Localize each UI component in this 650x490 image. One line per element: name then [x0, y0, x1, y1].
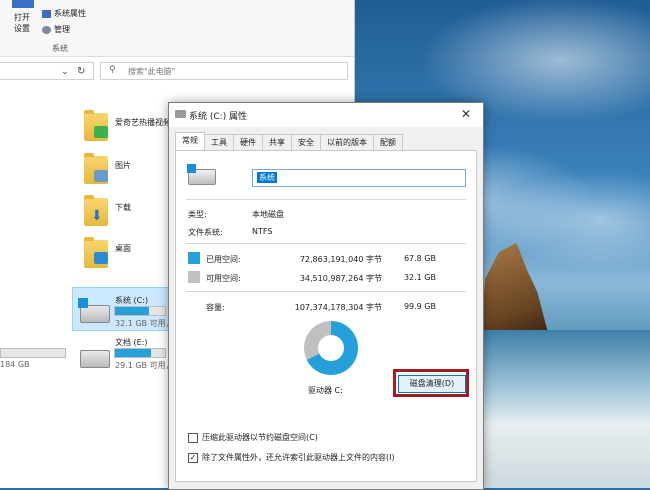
compress-checkbox[interactable] — [188, 433, 198, 443]
folder-label: 下载 — [115, 203, 131, 212]
system-properties-icon — [42, 9, 51, 18]
drive-e-name: 文档 (E:) — [115, 338, 148, 347]
index-checkbox[interactable]: ✓ — [188, 453, 198, 463]
windows-logo-icon — [78, 298, 88, 308]
manage-label: 管理 — [54, 25, 70, 34]
dialog-title: 系统 (C:) 属性 — [189, 112, 248, 122]
search-icon: ⚲ — [109, 65, 116, 75]
left-drive-usage-bar — [0, 348, 66, 358]
drive-icon — [175, 110, 186, 118]
donut-hole — [318, 335, 344, 361]
drive-c-name: 系统 (C:) — [115, 296, 149, 305]
disk-cleanup-button[interactable]: 磁盘清理(D) — [398, 375, 466, 393]
type-value: 本地磁盘 — [252, 210, 284, 219]
chevron-down-icon[interactable]: ⌄ — [61, 67, 69, 77]
tab-quota[interactable]: 配额 — [373, 134, 403, 151]
open-settings-button[interactable]: 打开 设置 — [14, 12, 34, 34]
tab-previous-versions[interactable]: 以前的版本 — [320, 134, 374, 151]
free-bytes: 34,510,987,264 字节 — [299, 274, 382, 283]
search-placeholder: 搜索"此电脑" — [128, 67, 176, 76]
ribbon: 打开 设置 系统属性 管理 系统 — [0, 0, 354, 57]
divider — [186, 291, 466, 292]
type-label: 类型: — [188, 210, 207, 219]
drive-icon — [187, 164, 216, 185]
used-label: 已用空间: — [206, 255, 241, 264]
open-label: 打开 — [14, 13, 30, 22]
used-gb: 67.8 GB — [403, 254, 436, 263]
system-properties-label: 系统属性 — [54, 9, 86, 18]
drive-name-value: 系统 — [257, 172, 277, 183]
ribbon-group-system: 系统 — [52, 44, 68, 53]
drive-icon — [80, 350, 110, 368]
dialog-tabs: 常规 工具 硬件 共享 安全 以前的版本 配额 — [175, 132, 403, 151]
windows-logo-icon — [187, 164, 196, 173]
divider — [186, 243, 466, 244]
drive-e-usage-bar — [114, 348, 166, 358]
tab-hardware[interactable]: 硬件 — [233, 134, 263, 151]
capacity-gb: 99.9 GB — [403, 302, 436, 311]
free-label: 可用空间: — [206, 274, 241, 283]
wallpaper-beach — [470, 330, 650, 488]
fs-label: 文件系统: — [188, 228, 223, 237]
divider — [186, 199, 466, 200]
compress-label: 压缩此驱动器以节约磁盘空间(C) — [202, 433, 318, 442]
open-settings-icon[interactable] — [12, 0, 34, 8]
general-panel: 系统 类型: 本地磁盘 文件系统: NTFS 已用空间: 72,863,191,… — [175, 150, 477, 482]
drive-name-input[interactable]: 系统 — [252, 169, 466, 187]
manage-icon — [42, 25, 51, 34]
used-bytes: 72,863,191,040 字节 — [299, 255, 382, 264]
tab-tools[interactable]: 工具 — [204, 134, 234, 151]
manage-button[interactable]: 管理 — [42, 24, 70, 35]
settings-label: 设置 — [14, 24, 30, 33]
download-arrow-icon: ⬇ — [91, 208, 103, 224]
disk-usage-donut — [304, 321, 358, 375]
address-bar[interactable]: ⌄ ↻ — [0, 62, 94, 80]
pictures-icon — [94, 170, 108, 182]
folder-label: 桌面 — [115, 244, 131, 253]
free-gb: 32.1 GB — [403, 273, 436, 282]
tab-security[interactable]: 安全 — [291, 134, 321, 151]
capacity-bytes: 107,374,178,304 字节 — [294, 303, 382, 312]
fs-value: NTFS — [252, 227, 273, 236]
dialog-titlebar: 系统 (C:) 属性 ✕ — [169, 103, 483, 127]
close-icon[interactable]: ✕ — [461, 107, 471, 121]
drive-properties-dialog: 系统 (C:) 属性 ✕ 常规 工具 硬件 共享 安全 以前的版本 配额 系统 … — [168, 102, 484, 490]
tab-general[interactable]: 常规 — [175, 132, 205, 151]
drive-letter-label: 驱动器 C: — [308, 386, 343, 395]
address-bar-row: ⌄ ↻ ⚲ 搜索"此电脑" — [0, 60, 354, 82]
system-properties-button[interactable]: 系统属性 — [42, 8, 86, 19]
tab-sharing[interactable]: 共享 — [262, 134, 292, 151]
drive-c-usage-bar — [114, 306, 166, 316]
iqiyi-icon — [94, 126, 108, 138]
left-drive-text: 184 GB — [0, 360, 30, 369]
capacity-label: 容量: — [206, 303, 225, 312]
folder-label: 图片 — [115, 161, 131, 170]
desktop-icon — [94, 252, 108, 264]
used-space-swatch — [188, 252, 200, 264]
refresh-icon[interactable]: ↻ — [77, 66, 85, 77]
free-space-swatch — [188, 271, 200, 283]
folder-label: 爱奇艺热播视频 — [115, 118, 171, 127]
index-label: 除了文件属性外，还允许索引此驱动器上文件的内容(I) — [202, 453, 395, 462]
search-box[interactable]: ⚲ 搜索"此电脑" — [100, 62, 348, 80]
